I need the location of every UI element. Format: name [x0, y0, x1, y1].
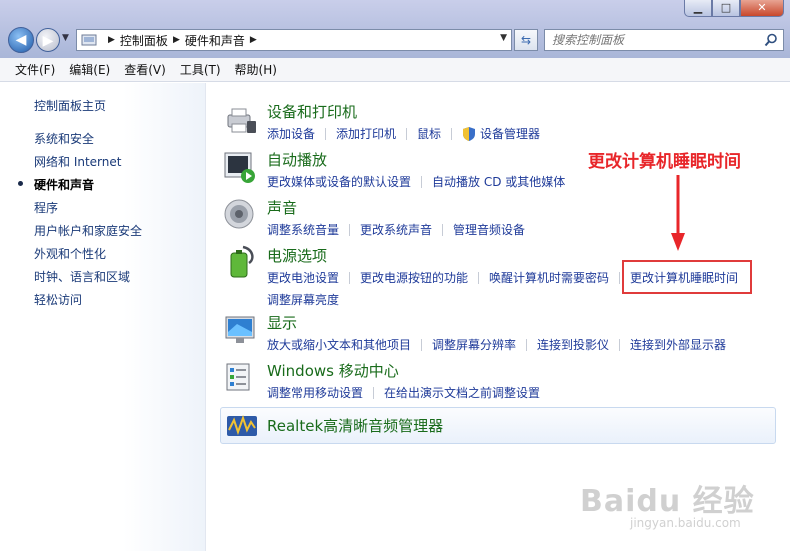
arrow-right-icon: ▶	[42, 33, 54, 49]
menu-view[interactable]: 查看(V)	[117, 61, 173, 78]
menu-file[interactable]: 文件(F)	[8, 61, 62, 78]
printer-icon	[227, 108, 256, 133]
category-title-autoplay[interactable]: 自动播放	[267, 149, 565, 171]
window-controls: ▁ □ ✕	[684, 0, 784, 17]
link-connect-external-display[interactable]: 连接到外部显示器	[630, 334, 726, 356]
link-adjust-volume[interactable]: 调整系统音量	[267, 219, 339, 241]
baidu-watermark: Baidu 经验 jingyan.baidu.com	[580, 476, 780, 536]
sidebar-item-ease-of-access[interactable]: 轻松访问	[34, 291, 142, 314]
link-separator	[451, 128, 453, 140]
display-icon	[225, 316, 255, 343]
arrow-down-icon	[671, 175, 685, 251]
link-separator	[421, 176, 423, 188]
sidebar-home-link[interactable]: 控制面板主页	[34, 97, 106, 114]
link-require-password-on-wake[interactable]: 唤醒计算机时需要密码	[489, 267, 609, 289]
menu-edit[interactable]: 编辑(E)	[62, 61, 117, 78]
link-connect-projector[interactable]: 连接到投影仪	[537, 334, 609, 356]
sidebar-item-appearance[interactable]: 外观和个性化	[34, 245, 142, 268]
chevron-right-icon: ▶	[249, 35, 257, 45]
link-separator	[421, 339, 423, 351]
sidebar-item-network[interactable]: 网络和 Internet	[34, 153, 142, 176]
menu-tools[interactable]: 工具(T)	[173, 61, 228, 78]
link-separator	[406, 128, 408, 140]
refresh-button[interactable]: ⇆	[514, 29, 538, 51]
address-bar[interactable]: ▶ 控制面板 ▶ 硬件和声音 ▶ ▼	[76, 29, 512, 51]
category-display: 显示 放大或缩小文本和其他项目 调整屏幕分辨率 连接到投影仪 连接到外部显示器	[223, 312, 726, 356]
category-realtek-audio-manager[interactable]: Realtek高清晰音频管理器	[220, 407, 776, 444]
category-title-devices-printers[interactable]: 设备和打印机	[267, 101, 540, 123]
minimize-button[interactable]: ▁	[684, 0, 712, 17]
link-separator	[619, 272, 621, 284]
address-dropdown[interactable]: ▼	[500, 33, 507, 43]
link-mouse[interactable]: 鼠标	[417, 123, 441, 145]
link-separator	[349, 272, 351, 284]
link-change-battery-settings[interactable]: 更改电池设置	[267, 267, 339, 289]
breadcrumb-control-panel[interactable]: 控制面板	[120, 32, 168, 49]
speaker-icon	[224, 199, 254, 229]
link-text-size[interactable]: 放大或缩小文本和其他项目	[267, 334, 411, 356]
menu-help[interactable]: 帮助(H)	[228, 61, 284, 78]
chevron-right-icon: ▶	[172, 35, 180, 45]
link-separator	[526, 339, 528, 351]
category-autoplay: 自动播放 更改媒体或设备的默认设置 自动播放 CD 或其他媒体	[223, 149, 565, 193]
category-devices-printers: 设备和打印机 添加设备 添加打印机 鼠标 设备管理器	[223, 101, 540, 145]
link-change-sounds[interactable]: 更改系统声音	[360, 219, 432, 241]
link-separator	[442, 224, 444, 236]
link-separator	[349, 224, 351, 236]
watermark-url: jingyan.baidu.com	[630, 516, 741, 530]
battery-icon	[230, 245, 254, 278]
link-add-device[interactable]: 添加设备	[267, 123, 315, 145]
link-device-manager[interactable]: 设备管理器	[480, 123, 540, 145]
search-input[interactable]	[552, 33, 752, 47]
sidebar-item-hardware-sound[interactable]: 硬件和声音	[17, 176, 142, 199]
uac-shield-icon	[463, 127, 476, 141]
arrow-left-icon: ◀	[15, 32, 27, 48]
refresh-icon: ⇆	[520, 33, 532, 47]
recent-pages-dropdown[interactable]: ▼	[62, 33, 69, 43]
sidebar: 控制面板主页 系统和安全 网络和 Internet 硬件和声音 程序 用户帐户和…	[0, 83, 206, 551]
annotation-label: 更改计算机睡眠时间	[588, 152, 741, 172]
watermark-logo: Baidu 经验	[580, 484, 755, 519]
autoplay-icon	[224, 152, 255, 183]
link-power-button-function[interactable]: 更改电源按钮的功能	[360, 267, 468, 289]
close-button[interactable]: ✕	[740, 0, 784, 17]
search-icon[interactable]	[764, 33, 778, 47]
sidebar-item-user-accounts[interactable]: 用户帐户和家庭安全	[34, 222, 142, 245]
maximize-button[interactable]: □	[712, 0, 740, 17]
link-separator	[325, 128, 327, 140]
link-presentation-settings[interactable]: 在给出演示文档之前调整设置	[384, 382, 540, 404]
breadcrumb-hardware-sound[interactable]: 硬件和声音	[185, 32, 245, 49]
category-title-realtek[interactable]: Realtek高清晰音频管理器	[267, 415, 443, 437]
menu-bar: 文件(F) 编辑(E) 查看(V) 工具(T) 帮助(H)	[0, 58, 790, 82]
link-screen-resolution[interactable]: 调整屏幕分辨率	[432, 334, 516, 356]
link-change-default-media[interactable]: 更改媒体或设备的默认设置	[267, 171, 411, 193]
link-manage-audio-devices[interactable]: 管理音频设备	[453, 219, 525, 241]
link-separator	[373, 387, 375, 399]
category-mobility-center: Windows 移动中心 调整常用移动设置 在给出演示文档之前调整设置	[223, 360, 540, 404]
link-separator	[478, 272, 480, 284]
link-adjust-mobile-settings[interactable]: 调整常用移动设置	[267, 382, 363, 404]
control-panel-icon	[81, 34, 97, 46]
sidebar-item-system-security[interactable]: 系统和安全	[34, 130, 142, 153]
back-button[interactable]: ◀	[8, 27, 34, 53]
search-box[interactable]	[544, 29, 784, 51]
category-title-display[interactable]: 显示	[267, 312, 726, 334]
category-title-mobility-center[interactable]: Windows 移动中心	[267, 360, 540, 382]
sidebar-item-clock-region[interactable]: 时钟、语言和区域	[34, 268, 142, 291]
category-sound: 声音 调整系统音量 更改系统声音 管理音频设备	[223, 197, 525, 241]
forward-button[interactable]: ▶	[36, 28, 60, 52]
link-separator	[619, 339, 621, 351]
link-autoplay-cd[interactable]: 自动播放 CD 或其他媒体	[432, 171, 565, 193]
link-add-printer[interactable]: 添加打印机	[336, 123, 396, 145]
mobility-center-icon	[226, 363, 250, 391]
window-titlebar: ▁ □ ✕ ◀ ▶ ▼ ▶ 控制面板 ▶ 硬件和声音 ▶ ▼ ⇆	[0, 0, 790, 58]
chevron-right-icon: ▶	[108, 35, 115, 45]
sidebar-list: 系统和安全 网络和 Internet 硬件和声音 程序 用户帐户和家庭安全 外观…	[17, 130, 142, 314]
realtek-audio-icon	[227, 414, 257, 436]
annotation-highlight-box	[622, 260, 752, 294]
category-title-sound[interactable]: 声音	[267, 197, 525, 219]
sidebar-item-programs[interactable]: 程序	[34, 199, 142, 222]
